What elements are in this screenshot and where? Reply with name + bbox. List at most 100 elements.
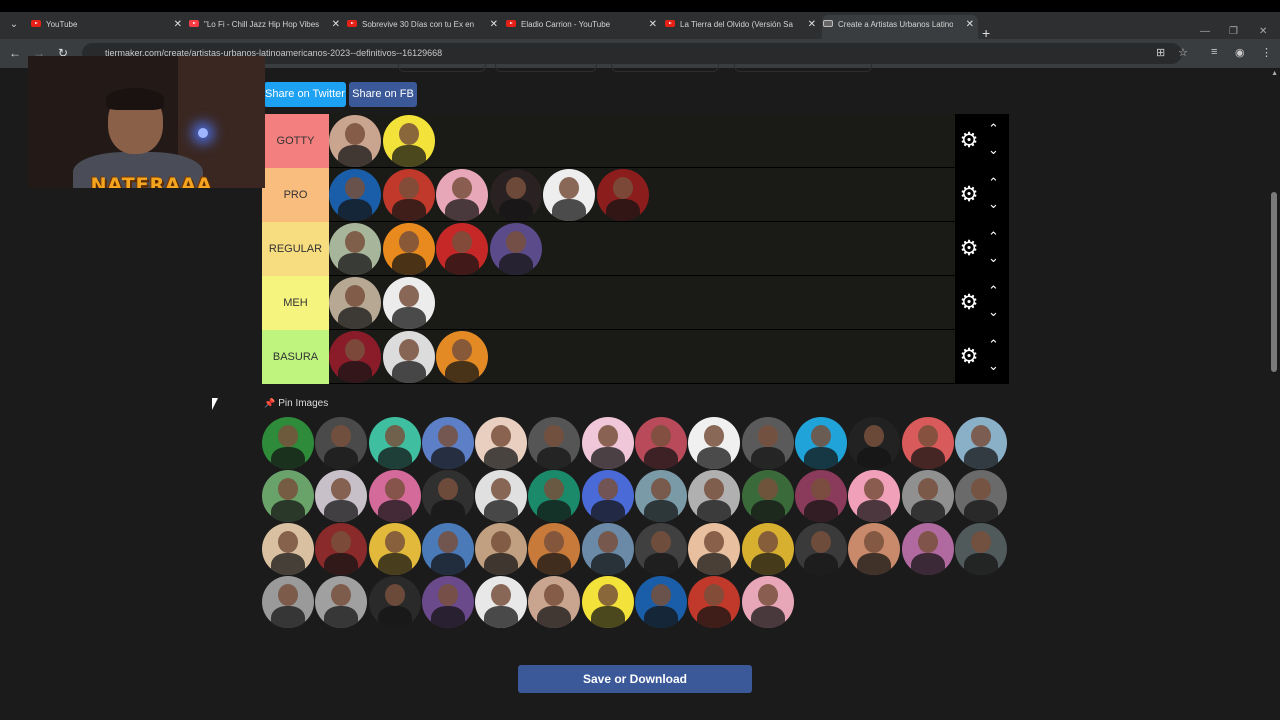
browser-tab[interactable]: Eladio Carrion - YouTube ✕ [505,15,661,39]
artist-image[interactable] [581,470,634,522]
artist-image[interactable] [315,470,368,522]
artist-image[interactable] [475,576,528,628]
tab-close-icon[interactable]: ✕ [649,15,657,35]
bookmark-star-icon[interactable]: ☆ [1178,46,1188,59]
artist-image[interactable] [581,523,634,575]
artist-image[interactable] [329,331,381,383]
chevron-down-icon[interactable]: ⌄ [988,250,999,266]
save-download-button[interactable]: Save or Download [518,665,752,693]
artist-image[interactable] [901,470,954,522]
artist-image[interactable] [848,470,901,522]
artist-image[interactable] [688,523,741,575]
artist-image[interactable] [528,470,581,522]
artist-image[interactable] [421,576,474,628]
artist-image[interactable] [741,523,794,575]
artist-image[interactable] [688,470,741,522]
chevron-down-icon[interactable]: ⌄ [988,142,999,158]
artist-image[interactable] [741,576,794,628]
chevron-up-icon[interactable]: ⌃ [988,337,999,353]
tab-close-icon[interactable]: ✕ [490,15,498,35]
chevron-up-icon[interactable]: ⌃ [988,175,999,191]
artist-image[interactable] [436,169,488,221]
tier-label[interactable]: PRO [262,168,329,222]
artist-image[interactable] [581,417,634,469]
artist-image[interactable] [635,470,688,522]
artist-image[interactable] [688,417,741,469]
artist-image[interactable] [382,331,435,383]
browser-tab[interactable]: Create a Artistas Urbanos Latino ✕ [822,15,978,39]
artist-image[interactable] [688,576,741,628]
artist-image[interactable] [329,223,381,275]
chevron-down-icon[interactable]: ⌄ [988,304,999,320]
artist-image[interactable] [635,523,688,575]
artist-image[interactable] [382,169,435,221]
artist-image[interactable] [635,417,688,469]
browser-tab[interactable]: YouTube ✕ [30,15,186,39]
page-scrollbar[interactable]: ▲ [1268,68,1280,720]
artist-image[interactable] [543,169,595,221]
scrollbar-thumb[interactable] [1271,192,1277,372]
tier-label[interactable]: MEH [262,276,329,330]
artist-image[interactable] [741,417,794,469]
artist-image[interactable] [382,223,435,275]
artist-image[interactable] [262,576,314,628]
artist-image[interactable] [528,576,581,628]
gear-icon[interactable]: ⚙ [958,130,980,152]
back-arrow-icon[interactable]: ← [9,46,21,60]
chevron-down-icon[interactable]: ⌄ [988,358,999,374]
artist-image[interactable] [436,331,488,383]
artist-image[interactable] [262,417,314,469]
artist-image[interactable] [528,417,581,469]
artist-image[interactable] [329,277,381,329]
tab-close-icon[interactable]: ✕ [808,15,816,35]
close-window-icon[interactable]: ✕ [1259,26,1267,37]
media-controls-icon[interactable]: ≡ [1211,46,1217,58]
artist-image[interactable] [794,417,847,469]
artist-image[interactable] [794,470,847,522]
artist-image[interactable] [954,470,1007,522]
minimize-icon[interactable]: — [1200,26,1210,37]
artist-image[interactable] [382,115,435,167]
artist-image[interactable] [581,576,634,628]
chevron-down-icon[interactable]: ⌄ [988,196,999,212]
tier-label[interactable]: GOTTY [262,114,329,168]
tier-label[interactable]: BASURA [262,330,329,384]
artist-image[interactable] [436,223,488,275]
browser-tab[interactable]: Sobrevive 30 Días con tu Ex en ✕ [346,15,502,39]
artist-image[interactable] [954,417,1007,469]
artist-image[interactable] [329,169,381,221]
artist-image[interactable] [382,277,435,329]
artist-image[interactable] [901,417,954,469]
tab-close-icon[interactable]: ✕ [332,15,340,35]
gear-icon[interactable]: ⚙ [958,346,980,368]
browser-tab[interactable]: "Lo Fi - Chill Jazz Hip Hop Vibes ✕ [188,15,344,39]
gear-icon[interactable]: ⚙ [958,238,980,260]
artist-image[interactable] [635,576,688,628]
artist-image[interactable] [315,417,368,469]
chevron-up-icon[interactable]: ⌃ [988,229,999,245]
artist-image[interactable] [794,523,847,575]
artist-image[interactable] [421,417,474,469]
artist-image[interactable] [475,470,528,522]
artist-image[interactable] [848,417,901,469]
artist-image[interactable] [262,523,314,575]
share-twitter-button[interactable]: Share on Twitter [264,82,346,107]
artist-image[interactable] [421,470,474,522]
tab-close-icon[interactable]: ✕ [174,15,182,35]
artist-image[interactable] [421,523,474,575]
chevron-up-icon[interactable]: ⌃ [988,283,999,299]
artist-image[interactable] [368,523,421,575]
profile-icon[interactable]: ◉ [1235,46,1245,59]
browser-menu-icon[interactable]: ⋮ [1261,46,1272,59]
artist-image[interactable] [596,169,649,221]
browser-tab[interactable]: La Tierra del Olvido (Versión Sa ✕ [664,15,820,39]
artist-image[interactable] [329,115,381,167]
pin-images-toggle[interactable]: 📌 Pin Images [264,398,328,409]
artist-image[interactable] [368,417,421,469]
artist-image[interactable] [528,523,581,575]
artist-image[interactable] [901,523,954,575]
gear-icon[interactable]: ⚙ [958,184,980,206]
artist-image[interactable] [262,470,314,522]
translate-icon[interactable]: ⊞ [1156,46,1165,59]
gear-icon[interactable]: ⚙ [958,292,980,314]
